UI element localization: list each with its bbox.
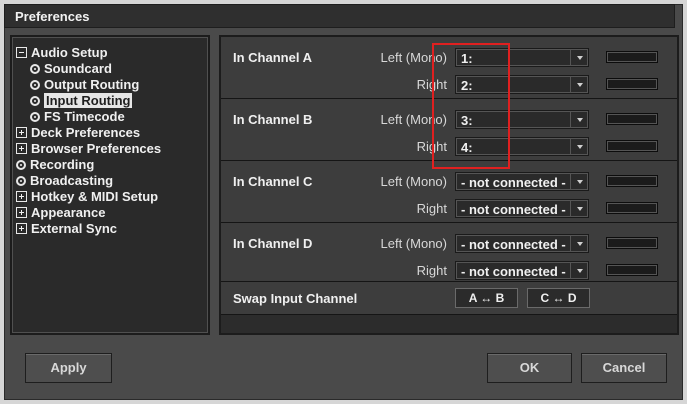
tree-item-broadcasting[interactable]: Broadcasting	[16, 173, 113, 189]
channel-c-left-select[interactable]: - not connected -	[455, 172, 589, 191]
chevron-down-icon[interactable]	[570, 173, 588, 190]
minus-box-icon[interactable]	[16, 47, 27, 58]
channel-c-section: In Channel C Left (Mono) - not connected…	[221, 161, 677, 223]
input-routing-panel: In Channel A Left (Mono) 1: Right 2: In …	[219, 35, 679, 335]
cancel-button[interactable]: Cancel	[581, 353, 667, 383]
channel-b-left-label: Left (Mono)	[380, 112, 447, 127]
channel-a-left-label: Left (Mono)	[380, 50, 447, 65]
channel-a-section: In Channel A Left (Mono) 1: Right 2:	[221, 37, 677, 99]
swap-input-title: Swap Input Channel	[233, 291, 358, 306]
plus-box-icon[interactable]	[16, 223, 27, 234]
plus-box-icon[interactable]	[16, 191, 27, 202]
chevron-down-icon[interactable]	[570, 200, 588, 217]
tree-item-output-routing[interactable]: Output Routing	[30, 77, 139, 93]
channel-d-left-select[interactable]: - not connected -	[455, 234, 589, 253]
channel-d-right-level-meter	[606, 264, 658, 276]
tree-item-soundcard[interactable]: Soundcard	[30, 61, 112, 77]
channel-b-right-label: Right	[416, 139, 447, 154]
chevron-down-icon[interactable]	[570, 138, 588, 155]
channel-d-right-select[interactable]: - not connected -	[455, 261, 589, 280]
tree-item-audio-setup[interactable]: Audio Setup	[16, 45, 108, 61]
title-bar: Preferences	[4, 4, 675, 28]
channel-c-right-label: Right	[416, 201, 447, 216]
channel-b-section: In Channel B Left (Mono) 3: Right 4:	[221, 99, 677, 161]
plus-box-icon[interactable]	[16, 143, 27, 154]
plus-box-icon[interactable]	[16, 127, 27, 138]
channel-d-left-level-meter	[606, 237, 658, 249]
radio-icon	[30, 96, 40, 106]
channel-c-left-level-meter	[606, 175, 658, 187]
channel-d-right-label: Right	[416, 263, 447, 278]
swap-c-d-button[interactable]: C ↔ D	[527, 288, 590, 308]
channel-a-title: In Channel A	[233, 50, 312, 65]
tree-item-hotkey-midi-setup[interactable]: Hotkey & MIDI Setup	[16, 189, 158, 205]
channel-a-left-level-meter	[606, 51, 658, 63]
radio-icon	[16, 176, 26, 186]
radio-icon	[30, 64, 40, 74]
ok-button[interactable]: OK	[487, 353, 572, 383]
chevron-down-icon[interactable]	[570, 262, 588, 279]
channel-a-left-select[interactable]: 1:	[455, 48, 589, 67]
chevron-down-icon[interactable]	[570, 76, 588, 93]
channel-c-title: In Channel C	[233, 174, 313, 189]
radio-icon	[30, 80, 40, 90]
channel-a-right-level-meter	[606, 78, 658, 90]
preferences-tree: Audio Setup Soundcard Output Routing Inp…	[10, 35, 210, 335]
apply-button[interactable]: Apply	[25, 353, 112, 383]
chevron-down-icon[interactable]	[570, 111, 588, 128]
window-title: Preferences	[15, 9, 90, 24]
channel-d-left-label: Left (Mono)	[380, 236, 447, 251]
swap-input-section: Swap Input Channel A ↔ B C ↔ D	[221, 282, 677, 315]
tree-item-fs-timecode[interactable]: FS Timecode	[30, 109, 125, 125]
swap-a-b-button[interactable]: A ↔ B	[455, 288, 518, 308]
tree-item-recording[interactable]: Recording	[16, 157, 94, 173]
chevron-down-icon[interactable]	[570, 235, 588, 252]
plus-box-icon[interactable]	[16, 207, 27, 218]
radio-icon	[16, 160, 26, 170]
channel-a-right-label: Right	[416, 77, 447, 92]
channel-c-left-label: Left (Mono)	[380, 174, 447, 189]
tree-item-appearance[interactable]: Appearance	[16, 205, 105, 221]
channel-d-title: In Channel D	[233, 236, 313, 251]
channel-b-left-select[interactable]: 3:	[455, 110, 589, 129]
channel-b-right-select[interactable]: 4:	[455, 137, 589, 156]
channel-d-section: In Channel D Left (Mono) - not connected…	[221, 223, 677, 282]
channel-a-right-select[interactable]: 2:	[455, 75, 589, 94]
channel-b-title: In Channel B	[233, 112, 313, 127]
tree-item-deck-preferences[interactable]: Deck Preferences	[16, 125, 140, 141]
tree-item-browser-preferences[interactable]: Browser Preferences	[16, 141, 161, 157]
channel-c-right-level-meter	[606, 202, 658, 214]
channel-b-right-level-meter	[606, 140, 658, 152]
tree-item-external-sync[interactable]: External Sync	[16, 221, 117, 237]
channel-c-right-select[interactable]: - not connected -	[455, 199, 589, 218]
chevron-down-icon[interactable]	[570, 49, 588, 66]
tree-item-input-routing[interactable]: Input Routing	[30, 93, 133, 109]
channel-b-left-level-meter	[606, 113, 658, 125]
radio-icon	[30, 112, 40, 122]
